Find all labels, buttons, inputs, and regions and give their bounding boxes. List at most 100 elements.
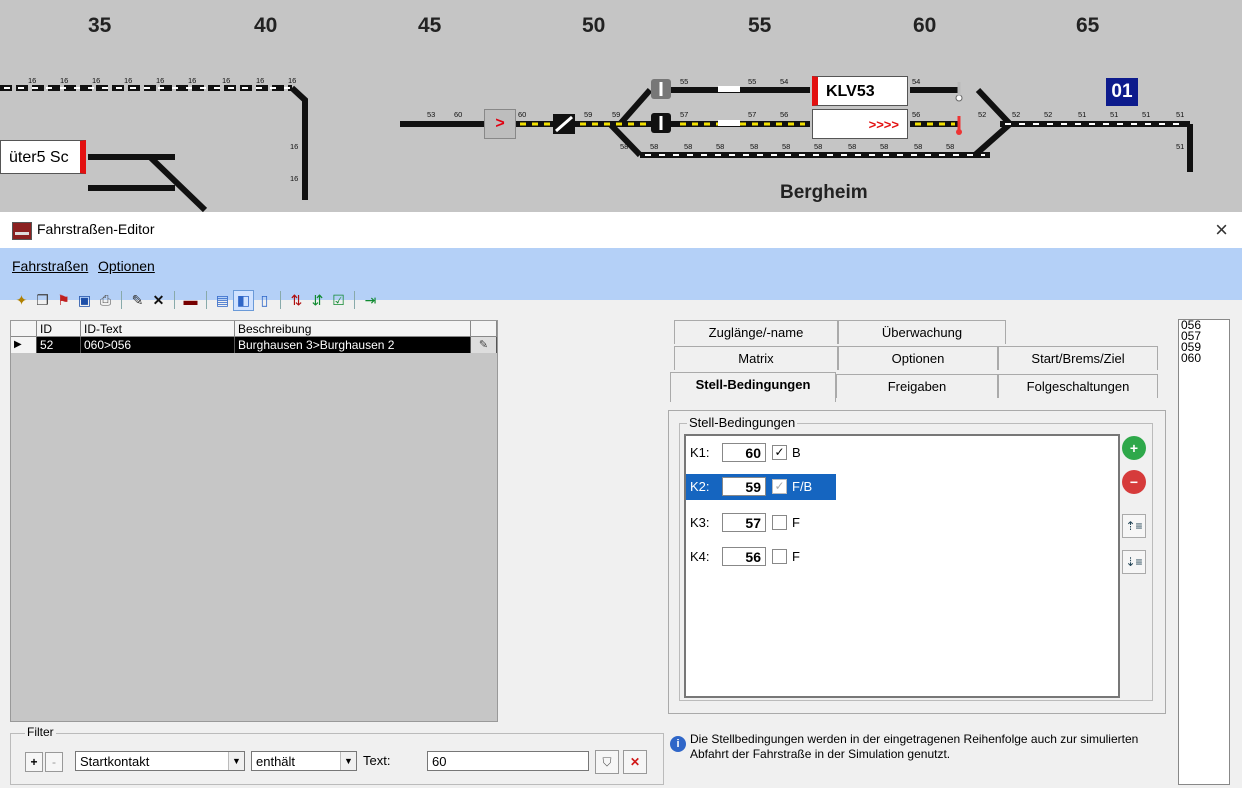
table-row[interactable]: ▶ 52 060>056 Burghausen 3>Burghausen 2 ✎ — [11, 337, 497, 353]
contact-checkbox[interactable] — [772, 549, 787, 564]
add-contact-button[interactable]: + — [1122, 436, 1146, 460]
stell-legend: Stell-Bedingungen — [687, 415, 798, 430]
tab-freigaben[interactable]: Freigaben — [836, 374, 998, 398]
chevron-down-icon[interactable]: ▼ — [228, 752, 244, 770]
segment-number: 16 — [124, 76, 133, 85]
menu-fahrstrassen[interactable]: Fahrstraßen — [12, 258, 88, 274]
filter-group: Filter + - Startkontakt ▼ enthält ▼ Text… — [10, 725, 664, 785]
tab-optionen[interactable]: Optionen — [838, 346, 998, 370]
segment-number: 51 — [1078, 110, 1087, 119]
column-header-id[interactable]: ID — [37, 321, 81, 337]
route-icon[interactable]: ⇅ — [287, 291, 306, 310]
contact-flag: F/B — [792, 479, 813, 494]
filter-field-value: Startkontakt — [80, 754, 150, 769]
contact-number-field[interactable]: 56 — [722, 547, 766, 566]
new-icon[interactable]: ✦ — [12, 291, 31, 310]
app-icon — [12, 222, 32, 240]
train-block[interactable]: KLV53 — [812, 76, 908, 106]
contact-flag: F — [792, 549, 800, 564]
tab-matrix[interactable]: Matrix — [674, 346, 838, 370]
list-item[interactable]: K1: 60 ✓ B — [686, 440, 836, 466]
contact-label: K3: — [690, 515, 710, 530]
contact-number-field[interactable]: 60 — [722, 443, 766, 462]
segment-number: 58 — [814, 142, 823, 151]
tab-page-stell-bedingungen: Stell-Bedingungen K1: 60 ✓ B K2: 59 ✓ F/… — [668, 410, 1166, 714]
column-header-beschreibung[interactable]: Beschreibung — [235, 321, 471, 337]
contact-label: K2: — [690, 479, 710, 494]
copy-icon[interactable]: ❐ — [33, 291, 52, 310]
tab-zuglaenge[interactable]: Zuglänge/-name — [674, 320, 838, 344]
filter-add-button[interactable]: + — [25, 752, 43, 772]
view-single-icon[interactable]: ▯ — [255, 291, 274, 310]
contact-checkbox[interactable]: ✓ — [772, 445, 787, 460]
contact-side-list[interactable]: 056 057 059 060 — [1178, 319, 1230, 785]
list-item[interactable]: 060 — [1179, 352, 1229, 364]
segment-number: 52 — [1044, 110, 1053, 119]
rename-icon[interactable]: ✎ — [128, 291, 147, 310]
column-header-id-text[interactable]: ID-Text — [81, 321, 235, 337]
segment-number: 60 — [454, 110, 463, 119]
train-direction-block[interactable]: >>>> — [812, 109, 908, 139]
track-diagram: 35 40 45 50 55 60 65 16 16 16 16 16 16 1… — [0, 0, 1242, 212]
contact-number-field[interactable]: 57 — [722, 513, 766, 532]
contact-label: K1: — [690, 445, 710, 460]
list-item[interactable]: K2: 59 ✓ F/B — [686, 474, 836, 500]
tab-folgeschaltungen[interactable]: Folgeschaltungen — [998, 374, 1158, 398]
tab-stell-bedingungen[interactable]: Stell-Bedingungen — [670, 372, 836, 402]
menu-optionen[interactable]: Optionen — [98, 258, 155, 274]
filter-text-label: Text: — [363, 753, 391, 768]
filter-text-input[interactable]: 60 — [427, 751, 589, 771]
contact-checkbox[interactable]: ✓ — [772, 479, 787, 494]
route-check-icon[interactable]: ⇵ — [308, 291, 327, 310]
segment-number: 16 — [188, 76, 197, 85]
segment-number: 52 — [1012, 110, 1021, 119]
filter-clear-icon[interactable]: ✕ — [623, 750, 647, 774]
cell-id[interactable]: 52 — [37, 337, 81, 353]
track-lines — [0, 79, 1193, 212]
filter-remove-button[interactable]: - — [45, 752, 63, 772]
column-header-extra[interactable] — [471, 321, 497, 337]
edit-row-icon[interactable]: ✎ — [471, 337, 497, 353]
view-list-icon[interactable]: ▤ — [213, 291, 232, 310]
segment-number: 56 — [780, 110, 789, 119]
list-item[interactable]: K4: 56 F — [686, 544, 836, 570]
block-number-badge[interactable]: 01 — [1106, 78, 1138, 106]
segment-number: 58 — [684, 142, 693, 151]
chevron-down-icon[interactable]: ▼ — [340, 752, 356, 770]
open-icon[interactable]: ⚑ — [54, 291, 73, 310]
matrix-icon[interactable]: ☑ — [329, 291, 348, 310]
route-start-arrow[interactable]: > — [484, 109, 516, 139]
cell-id-text[interactable]: 060>056 — [81, 337, 235, 353]
tab-start-brems-ziel[interactable]: Start/Brems/Ziel — [998, 346, 1158, 370]
move-down-icon[interactable]: ⇣≡ — [1122, 550, 1146, 574]
segment-number: 51 — [1142, 110, 1151, 119]
segment-number: 51 — [1176, 142, 1185, 151]
print-icon[interactable]: ⎙ — [96, 291, 115, 310]
segment-number: 59 — [584, 110, 593, 119]
cell-beschreibung[interactable]: Burghausen 3>Burghausen 2 — [235, 337, 471, 353]
segment-number: 58 — [914, 142, 923, 151]
station-block-left[interactable]: üter5 Sc — [0, 140, 86, 174]
contact-number-field[interactable]: 59 — [722, 477, 766, 496]
contact-label: K4: — [690, 549, 710, 564]
contact-flag: F — [792, 515, 800, 530]
segment-number: 16 — [156, 76, 165, 85]
filter-field-select[interactable]: Startkontakt ▼ — [75, 751, 245, 771]
segment-number: 58 — [946, 142, 955, 151]
routes-table: ID ID-Text Beschreibung ▶ 52 060>056 Bur… — [10, 320, 498, 722]
segment-number: 53 — [427, 110, 436, 119]
remove-contact-button[interactable]: − — [1122, 470, 1146, 494]
tab-ueberwachung[interactable]: Überwachung — [838, 320, 1006, 344]
view-split-icon[interactable]: ◧ — [233, 289, 254, 311]
filter-apply-icon[interactable]: ⛉ — [595, 750, 619, 774]
contact-checkbox[interactable] — [772, 515, 787, 530]
delete-icon[interactable]: ✕ — [149, 291, 168, 310]
exit-icon[interactable]: ⇥ — [361, 291, 380, 310]
close-button[interactable]: × — [1215, 217, 1228, 243]
move-up-icon[interactable]: ⇡≡ — [1122, 514, 1146, 538]
segment-number: 16 — [290, 174, 299, 183]
list-item[interactable]: K3: 57 F — [686, 510, 836, 536]
track-icon[interactable]: ▬ — [181, 291, 200, 310]
save-icon[interactable]: ▣ — [75, 291, 94, 310]
filter-operator-select[interactable]: enthält ▼ — [251, 751, 357, 771]
